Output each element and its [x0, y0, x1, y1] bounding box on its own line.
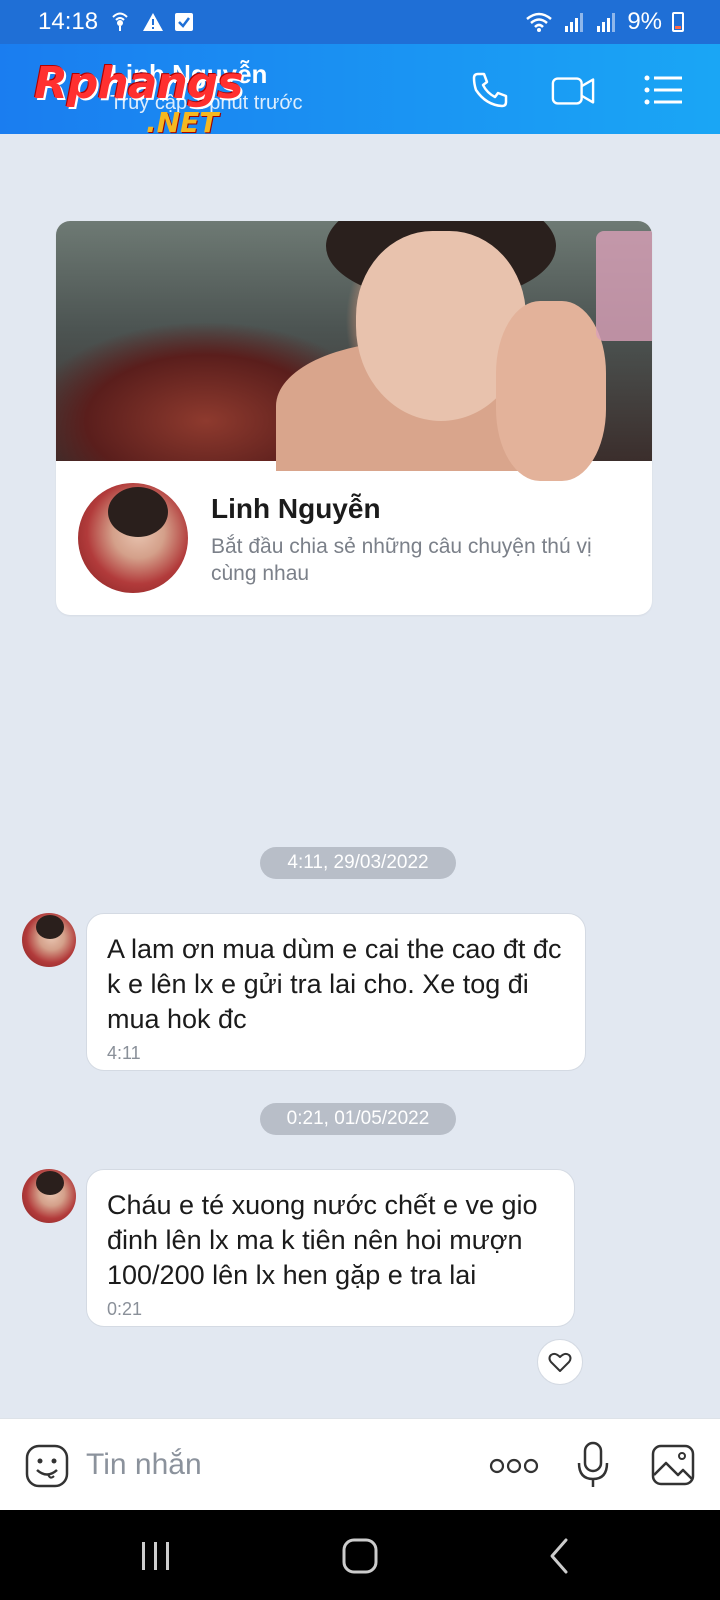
signal-icon [597, 13, 616, 32]
video-call-icon[interactable] [551, 70, 595, 110]
recent-apps-icon[interactable] [134, 1534, 178, 1578]
date-chip: 0:21, 01/05/2022 [260, 1103, 456, 1135]
message-bubble[interactable]: A lam ơn mua dùm e cai the cao đt đc k e… [86, 913, 586, 1071]
emoji-icon[interactable] [24, 1443, 70, 1489]
status-right: 9% [525, 8, 684, 36]
profile-description: Bắt đầu chia sẻ những câu chuyện thú vị … [211, 535, 592, 585]
image-icon[interactable] [650, 1443, 696, 1487]
cover-arm-shape [496, 301, 606, 481]
battery-percent: 9% [627, 8, 662, 35]
sender-avatar[interactable] [22, 1169, 76, 1223]
profile-avatar[interactable] [78, 483, 188, 593]
message-input[interactable] [86, 1441, 466, 1489]
chat-header: ‹ Linh Nguyễn Truy cập 1 phút trước Rpha… [0, 44, 720, 139]
menu-list-icon[interactable] [642, 70, 686, 110]
heart-icon [548, 1352, 572, 1372]
message-input-bar [0, 1418, 720, 1510]
microphone-icon[interactable] [575, 1441, 611, 1489]
check-box-icon [175, 13, 194, 31]
status-left: 14:18 [38, 8, 194, 36]
react-heart-button[interactable] [537, 1339, 583, 1385]
message-bubble[interactable]: Cháu e té xuong nước chết e ve gio đinh … [86, 1169, 575, 1327]
phone-icon[interactable] [468, 70, 512, 110]
wifi-icon [526, 12, 553, 32]
more-options-icon[interactable] [489, 1457, 539, 1475]
message-time: 0:21 [107, 1299, 143, 1319]
back-arrow-icon[interactable]: ‹ [36, 74, 60, 104]
warning-icon [143, 13, 164, 31]
back-icon[interactable] [538, 1534, 582, 1578]
profile-name: Linh Nguyễn [211, 493, 381, 524]
contact-title-block[interactable]: Linh Nguyễn Truy cập 1 phút trước [110, 58, 303, 116]
message-time: 4:11 [107, 1043, 141, 1063]
cover-basket-shape [596, 231, 652, 341]
battery-icon [672, 12, 684, 32]
cast-icon [112, 12, 128, 31]
status-time: 14:18 [38, 8, 99, 35]
cover-photo [56, 221, 652, 481]
message-text: Cháu e té xuong nước chết e ve gio đinh … [107, 1190, 538, 1290]
signal-icon [565, 13, 584, 32]
date-chip: 4:11, 29/03/2022 [260, 847, 456, 879]
message-text: A lam ơn mua dùm e cai the cao đt đc k e… [107, 934, 562, 1034]
contact-status: Truy cập 1 phút trước [110, 92, 303, 114]
status-bar: 14:18 9% [0, 0, 720, 44]
profile-card[interactable]: Linh Nguyễn Bắt đầu chia sẻ những câu ch… [56, 221, 652, 615]
sender-avatar[interactable] [22, 913, 76, 967]
contact-name: Linh Nguyễn [110, 59, 268, 89]
home-icon[interactable] [338, 1534, 382, 1578]
system-nav-bar [0, 1510, 720, 1600]
